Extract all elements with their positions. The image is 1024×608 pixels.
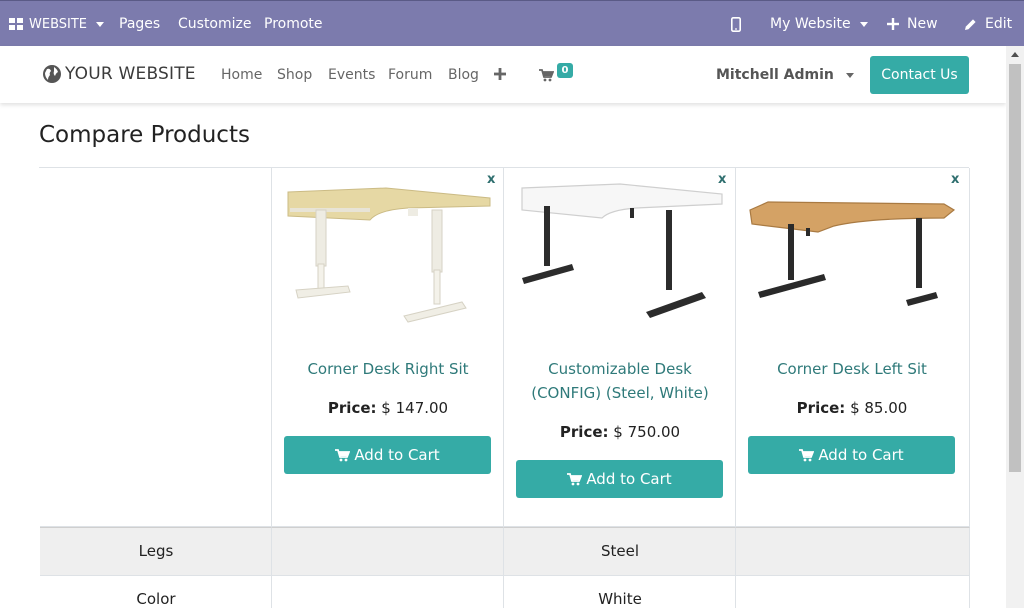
new-button[interactable]: New bbox=[887, 1, 938, 47]
new-label: New bbox=[907, 16, 938, 32]
apps-grid-icon bbox=[9, 18, 23, 30]
attribute-value-cell bbox=[736, 527, 970, 576]
product-name-link[interactable]: Customizable Desk (CONFIG) (Steel, White… bbox=[504, 357, 736, 405]
remove-product-button[interactable]: x bbox=[951, 172, 959, 187]
attribute-value-cell: White bbox=[504, 576, 736, 608]
nav-blog[interactable]: Blog bbox=[448, 67, 479, 83]
my-website-label: My Website bbox=[770, 16, 851, 32]
page-scrollbar[interactable] bbox=[1006, 46, 1024, 608]
nav-home[interactable]: Home bbox=[221, 67, 262, 83]
user-name: Mitchell Admin bbox=[716, 67, 834, 83]
attribute-label-cell: Color bbox=[40, 576, 272, 608]
cart-icon[interactable] bbox=[539, 69, 554, 82]
customize-label: Customize bbox=[178, 16, 252, 32]
cart-count-badge: 0 bbox=[557, 63, 573, 78]
contact-us-button[interactable]: Contact Us bbox=[870, 56, 969, 94]
user-menu[interactable]: Mitchell Admin bbox=[716, 67, 854, 83]
attribute-value-cell bbox=[736, 576, 970, 608]
page-title: Compare Products bbox=[39, 122, 250, 148]
attribute-value-cell bbox=[272, 576, 504, 608]
plus-icon bbox=[887, 18, 899, 30]
compare-table: x Corner Desk Right Sit Price: $ 147.00 bbox=[39, 167, 970, 608]
pencil-icon bbox=[965, 18, 976, 30]
chevron-down-icon bbox=[859, 21, 868, 27]
product-image[interactable] bbox=[286, 180, 492, 325]
attribute-label: Legs bbox=[138, 542, 174, 560]
product-price: Price: $ 85.00 bbox=[736, 399, 968, 417]
add-to-cart-label: Add to Cart bbox=[586, 470, 672, 488]
pages-menu[interactable]: Pages bbox=[119, 1, 160, 47]
logo-text: YOUR WEBSITE bbox=[65, 64, 196, 84]
site-logo[interactable]: YOUR WEBSITE bbox=[42, 64, 196, 84]
cart-icon bbox=[335, 448, 351, 461]
chevron-down-icon bbox=[845, 72, 854, 78]
product-name-link[interactable]: Corner Desk Right Sit bbox=[272, 357, 504, 381]
pages-label: Pages bbox=[119, 16, 161, 32]
price-label: Price: bbox=[559, 423, 609, 441]
add-to-cart-button[interactable]: Add to Cart bbox=[516, 460, 723, 498]
globe-icon bbox=[43, 65, 61, 83]
attribute-value-cell: Steel bbox=[504, 527, 736, 576]
product-column: x Customizable Desk (CONFIG) (Steel, Whi… bbox=[504, 168, 736, 527]
attribute-value-cell bbox=[272, 527, 504, 576]
price-value: $ 147.00 bbox=[381, 399, 449, 417]
product-column: x Corner Desk Right Sit Price: $ 147.00 bbox=[272, 168, 504, 527]
attribute-value: White bbox=[598, 590, 642, 608]
product-name-line: (CONFIG) (Steel, White) bbox=[531, 384, 709, 402]
product-price: Price: $ 750.00 bbox=[504, 423, 736, 441]
product-column: x Corner Desk Left Sit Price: $ 85.00 Ad… bbox=[736, 168, 970, 527]
price-label: Price: bbox=[796, 399, 846, 417]
add-to-cart-label: Add to Cart bbox=[354, 446, 440, 464]
price-value: $ 85.00 bbox=[850, 399, 908, 417]
add-to-cart-button[interactable]: Add to Cart bbox=[748, 436, 955, 474]
website-menu[interactable]: WEBSITE bbox=[9, 1, 104, 47]
product-image[interactable] bbox=[748, 188, 958, 308]
attribute-label: Color bbox=[136, 590, 176, 608]
product-name-line: Corner Desk Right Sit bbox=[307, 360, 469, 378]
site-header: YOUR WEBSITE Home Shop Events Forum Blog… bbox=[0, 46, 1006, 103]
attribute-value: Steel bbox=[600, 542, 640, 560]
edit-label: Edit bbox=[985, 16, 1013, 32]
promote-label: Promote bbox=[264, 16, 323, 32]
product-price: Price: $ 147.00 bbox=[272, 399, 504, 417]
chevron-down-icon bbox=[96, 21, 104, 27]
my-website-menu[interactable]: My Website bbox=[770, 1, 868, 47]
nav-forum[interactable]: Forum bbox=[388, 67, 432, 83]
product-name-line: Customizable Desk bbox=[548, 360, 692, 378]
website-menu-label: WEBSITE bbox=[29, 16, 87, 32]
price-label: Price: bbox=[327, 399, 377, 417]
mobile-icon bbox=[731, 16, 741, 32]
promote-menu[interactable]: Promote bbox=[264, 1, 323, 47]
admin-bar: WEBSITE Pages Customize Promote My Websi… bbox=[0, 0, 1024, 46]
attribute-label-cell: Legs bbox=[40, 527, 272, 576]
cart-icon bbox=[567, 472, 583, 485]
mobile-preview-button[interactable] bbox=[731, 1, 741, 47]
product-name-link[interactable]: Corner Desk Left Sit bbox=[736, 357, 968, 381]
nav-events[interactable]: Events bbox=[328, 67, 375, 83]
empty-header-cell bbox=[40, 168, 272, 527]
edit-button[interactable]: Edit bbox=[964, 1, 1012, 47]
price-value: $ 750.00 bbox=[613, 423, 681, 441]
product-name-line: Corner Desk Left Sit bbox=[777, 360, 927, 378]
add-to-cart-button[interactable]: Add to Cart bbox=[284, 436, 491, 474]
cart-icon bbox=[799, 448, 815, 461]
add-menu-plus-icon[interactable] bbox=[494, 68, 506, 80]
scroll-up-icon[interactable] bbox=[1011, 52, 1019, 57]
add-to-cart-label: Add to Cart bbox=[818, 446, 904, 464]
customize-menu[interactable]: Customize bbox=[178, 1, 252, 47]
nav-shop[interactable]: Shop bbox=[277, 67, 312, 83]
scroll-thumb[interactable] bbox=[1009, 64, 1021, 472]
product-image[interactable] bbox=[516, 180, 724, 320]
